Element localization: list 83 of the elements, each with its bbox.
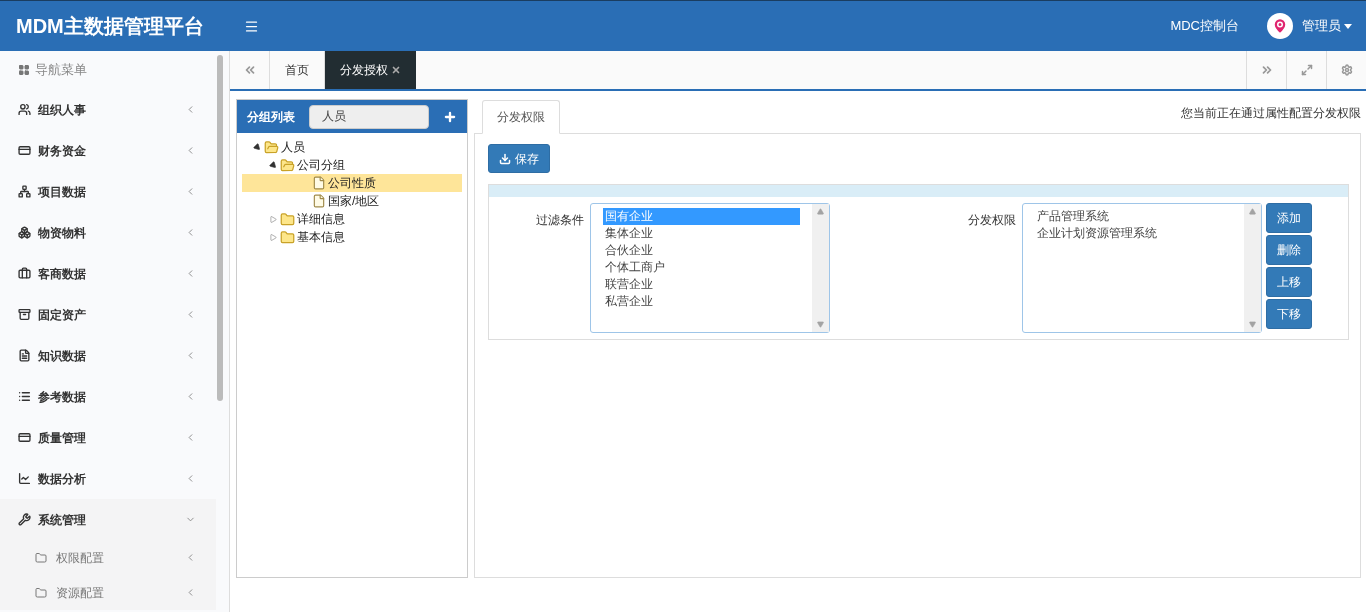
close-icon[interactable] <box>391 65 401 75</box>
download-icon <box>499 152 511 165</box>
action-button[interactable]: 下移 <box>1266 299 1312 329</box>
fullscreen-icon[interactable] <box>1300 64 1313 76</box>
expanded-icon[interactable] <box>252 142 262 152</box>
scrollbar[interactable] <box>1244 204 1261 332</box>
users-icon <box>18 103 31 116</box>
panel-title: 分组列表 <box>247 108 295 126</box>
tab[interactable]: 分发授权 <box>325 51 416 89</box>
sidebar-item[interactable]: 项目数据 <box>0 171 216 212</box>
scrollbar-thumb[interactable] <box>217 55 223 401</box>
list-option[interactable]: 企业计划资源管理系统 <box>1035 225 1232 242</box>
submenu-item[interactable]: 权限配置 <box>0 540 216 575</box>
folder-icon <box>280 157 295 173</box>
action-button[interactable]: 删除 <box>1266 235 1312 265</box>
briefcase-icon <box>18 267 31 280</box>
field-label: 过滤条件 <box>535 212 585 229</box>
sidebar-item[interactable]: 参考数据 <box>0 376 216 417</box>
document-icon <box>312 194 326 208</box>
list-option[interactable]: 合伙企业 <box>603 242 800 259</box>
tree-node[interactable]: 公司性质 <box>242 174 462 192</box>
scroll-up-icon[interactable] <box>817 208 824 215</box>
expanded-icon[interactable] <box>268 160 278 170</box>
sidebar-item[interactable]: 客商数据 <box>0 253 216 294</box>
submenu-item[interactable]: 资源配置 <box>0 575 216 610</box>
document-icon <box>312 176 326 190</box>
line-chart-icon <box>18 472 31 485</box>
card-icon <box>18 431 31 444</box>
list-icon <box>18 390 31 403</box>
scroll-down-icon[interactable] <box>817 321 824 328</box>
save-button[interactable]: 保存 <box>488 144 550 173</box>
list-box[interactable]: 产品管理系统 企业计划资源管理系统 <box>1022 203 1262 333</box>
hierarchy-icon <box>18 185 31 198</box>
scroll-up-icon[interactable] <box>1249 208 1256 215</box>
tree-node[interactable]: 公司分组 <box>242 156 462 174</box>
sidebar-item[interactable]: 知识数据 <box>0 335 216 376</box>
sidebar-item[interactable]: 系统管理 <box>0 499 216 540</box>
list-option[interactable]: 联营企业 <box>603 276 800 293</box>
folder-icon <box>280 229 295 245</box>
list-option[interactable]: 产品管理系统 <box>1035 208 1232 225</box>
tab[interactable]: 分发权限 <box>482 100 560 134</box>
tree-node[interactable]: 基本信息 <box>242 228 462 246</box>
list-option[interactable]: 个体工商户 <box>603 259 800 276</box>
wrench-icon <box>18 513 31 526</box>
tree-node[interactable]: 详细信息 <box>242 210 462 228</box>
cubes-icon <box>18 226 31 239</box>
document-icon <box>18 349 31 362</box>
add-button[interactable] <box>443 109 457 124</box>
user-menu[interactable]: 管理员 <box>1302 16 1352 36</box>
sidebar-item[interactable]: 数据分析 <box>0 458 216 499</box>
collapsed-icon[interactable] <box>269 233 277 241</box>
avatar[interactable] <box>1267 13 1293 39</box>
scrollbar[interactable] <box>812 204 829 332</box>
folder-icon <box>264 139 279 155</box>
sidebar-item[interactable]: 固定资产 <box>0 294 216 335</box>
scroll-down-icon[interactable] <box>1249 321 1256 328</box>
sidebar-heading: 导航菜单 <box>35 61 87 80</box>
tree-node[interactable]: 国家/地区 <box>242 192 462 210</box>
sidebar-item[interactable]: 质量管理 <box>0 417 216 458</box>
grid-icon <box>18 64 30 76</box>
map-pin-icon <box>1271 17 1289 35</box>
card-icon <box>18 144 31 157</box>
sidebar-item[interactable]: 组织人事 <box>0 89 216 130</box>
sidebar-item[interactable]: 物资物料 <box>0 212 216 253</box>
action-button[interactable]: 上移 <box>1266 267 1312 297</box>
collapsed-icon[interactable] <box>269 215 277 223</box>
app-title: MDM主数据管理平台 <box>15 14 205 39</box>
sidebar-item[interactable]: 财务资金 <box>0 130 216 171</box>
menu-icon[interactable] <box>244 18 259 34</box>
folder-icon <box>35 586 47 599</box>
console-link[interactable]: MDC控制台 <box>1170 16 1239 36</box>
list-option[interactable]: 私营企业 <box>603 293 800 310</box>
tree-node[interactable]: 人员 <box>242 138 462 156</box>
search-field[interactable]: 人员 <box>309 104 429 129</box>
action-button[interactable]: 添加 <box>1266 203 1312 233</box>
field-label: 分发权限 <box>967 212 1017 229</box>
list-option[interactable]: 集体企业 <box>603 225 800 242</box>
settings-icon[interactable] <box>1340 64 1353 76</box>
list-box[interactable]: 国有企业 集体企业 合伙企业 个体工商户 联营企业 私营企业 <box>590 203 830 333</box>
folder-icon <box>35 551 47 564</box>
archive-icon <box>18 308 31 321</box>
folder-icon <box>280 211 295 227</box>
hint-text: 您当前正在通过属性配置分发权限 <box>1181 105 1361 122</box>
